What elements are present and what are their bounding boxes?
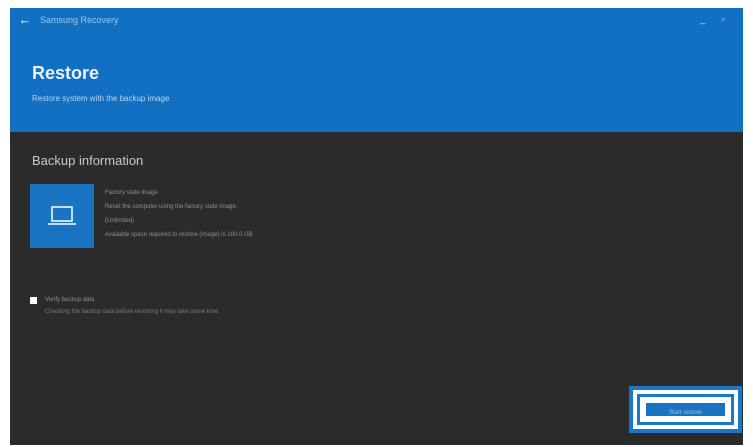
backup-image-tile (30, 184, 94, 248)
backup-info-heading: Backup information (32, 153, 144, 168)
laptop-icon (48, 206, 76, 225)
restore-button-highlight-inner: Start restore (637, 394, 734, 425)
restore-button[interactable]: Start restore (646, 403, 725, 416)
page-title: Restore (32, 63, 100, 83)
maximize-button[interactable]: ▫ (715, 12, 731, 26)
title-bar: ← Samsung Recovery _ ▫ (10, 8, 743, 32)
app-title: Samsung Recovery (40, 15, 119, 25)
header-banner: ← Samsung Recovery _ ▫ Restore Restore s… (10, 8, 743, 132)
verify-checkbox-description: Checking the backup data before restorin… (45, 309, 220, 315)
backup-required-space: Available space required to restore (ima… (105, 232, 253, 238)
app-window: ← Samsung Recovery _ ▫ Restore Restore s… (10, 8, 743, 445)
page-subtitle: Restore system with the backup image (32, 94, 170, 103)
back-arrow-icon[interactable]: ← (16, 11, 34, 29)
verify-checkbox-label[interactable]: Verify backup data (45, 295, 94, 305)
backup-image-name: Factory state image (105, 190, 158, 196)
backup-image-limit: (Unlimited) (105, 218, 135, 224)
restore-button-highlight: Start restore (629, 386, 742, 433)
minimize-button[interactable]: _ (695, 12, 711, 26)
verify-checkbox[interactable] (30, 297, 37, 304)
backup-info-list: Factory state image Reset the computer u… (105, 186, 253, 242)
backup-image-description: Reset the computer using the factory sta… (105, 204, 238, 210)
